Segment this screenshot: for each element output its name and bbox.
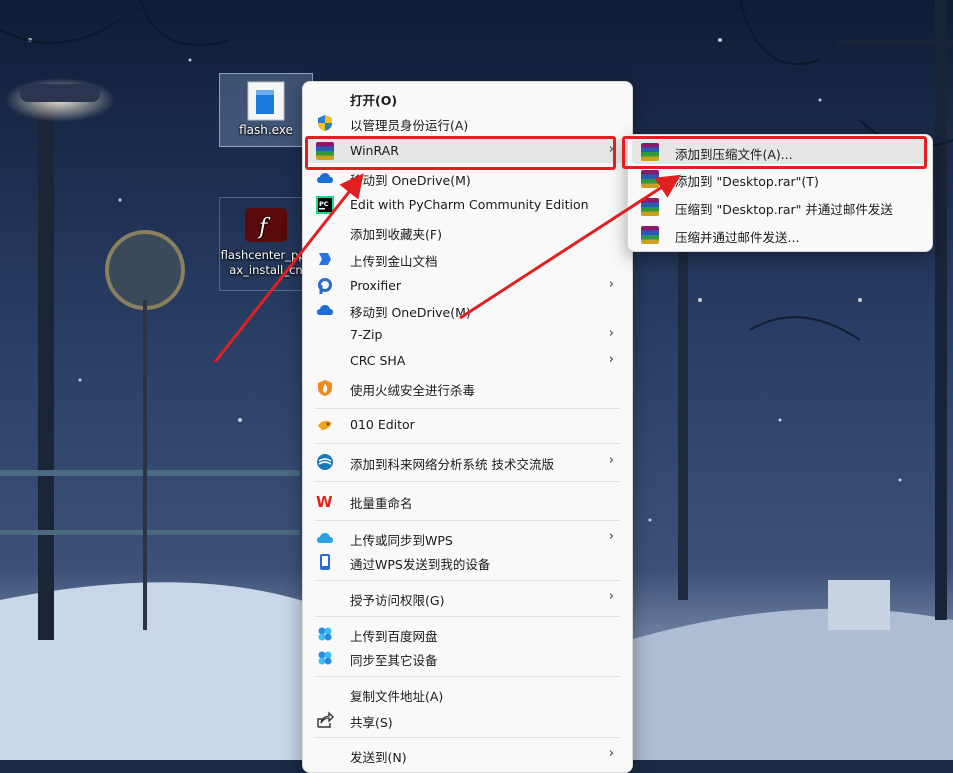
menu-separator	[315, 616, 620, 617]
onedrive-cloud-icon	[317, 305, 333, 315]
menu-item-crc-sha[interactable]: CRC SHA ›	[307, 349, 628, 373]
menu-item-add-to-favorites[interactable]: 添加到收藏夹(F)	[307, 220, 628, 244]
menu-separator	[315, 580, 620, 581]
baidu-netdisk-icon	[318, 627, 332, 641]
desktop-icon-flashcenter[interactable]: f flashcenter_pp_ax_install_cn	[219, 197, 313, 291]
menu-item-run-as-admin[interactable]: 以管理员身份运行(A)	[307, 111, 628, 135]
menu-separator	[315, 737, 620, 738]
submenu-item-compress-email[interactable]: 压缩并通过邮件发送...	[632, 223, 928, 247]
menu-separator	[315, 520, 620, 521]
menu-item-upload-wps[interactable]: 上传或同步到WPS ›	[307, 526, 628, 550]
menu-item-colasoft[interactable]: 添加到科来网络分析系统 技术交流版 ›	[307, 450, 628, 474]
submenu-item-compress-email-desktop-rar[interactable]: 压缩到 "Desktop.rar" 并通过邮件发送	[632, 195, 928, 219]
huorong-icon	[318, 380, 332, 396]
menu-item-batch-rename[interactable]: W 批量重命名	[307, 489, 628, 513]
menu-item-copy-path[interactable]: 复制文件地址(A)	[307, 682, 628, 706]
chevron-right-icon: ›	[608, 453, 614, 468]
share-icon	[317, 711, 334, 728]
onedrive-cloud-icon	[317, 173, 333, 183]
menu-item-upload-kdocs[interactable]: 上传到金山文档	[307, 247, 628, 271]
chevron-right-icon: ›	[608, 589, 614, 604]
winrar-icon	[641, 170, 659, 188]
uac-shield-icon	[318, 115, 332, 131]
menu-item-010-editor[interactable]: 010 Editor	[307, 413, 628, 437]
menu-item-upload-baidu[interactable]: 上传到百度网盘	[307, 622, 628, 646]
baidu-netdisk-icon	[318, 651, 332, 665]
desktop-icon-label: flashcenter_pp_ax_install_cn	[220, 248, 312, 277]
exe-file-icon	[244, 80, 288, 122]
menu-item-7zip[interactable]: 7-Zip ›	[307, 323, 628, 347]
chevron-right-icon: ›	[608, 746, 614, 761]
chevron-right-icon: ›	[608, 352, 614, 367]
proxifier-icon	[318, 278, 332, 294]
svg-text:PC: PC	[319, 200, 329, 208]
flash-player-icon: f	[243, 202, 289, 248]
menu-item-move-to-onedrive-2[interactable]: 移动到 OneDrive(M)	[307, 298, 628, 322]
desktop-icon-label: flash.exe	[239, 123, 293, 137]
winrar-icon	[641, 226, 659, 244]
submenu-item-add-to-desktop-rar[interactable]: 添加到 "Desktop.rar"(T)	[632, 167, 928, 191]
chevron-right-icon: ›	[608, 277, 614, 292]
chevron-right-icon: ›	[608, 326, 614, 341]
colasoft-icon	[317, 454, 333, 470]
wps-icon: W	[316, 493, 333, 510]
menu-item-huorong-scan[interactable]: 使用火绒安全进行杀毒	[307, 376, 628, 400]
callout-box-add-to-archive	[622, 136, 927, 169]
menu-item-proxifier[interactable]: Proxifier ›	[307, 274, 628, 298]
menu-item-grant-access[interactable]: 授予访问权限(G) ›	[307, 586, 628, 610]
menu-item-sync-other-device[interactable]: 同步至其它设备	[307, 646, 628, 670]
chevron-right-icon: ›	[608, 529, 614, 544]
wps-cloud-icon	[317, 533, 333, 543]
phone-icon	[320, 554, 330, 570]
menu-item-open[interactable]: 打开(O)	[307, 86, 628, 110]
menu-item-share[interactable]: 共享(S)	[307, 708, 628, 732]
menu-separator	[315, 443, 620, 444]
winrar-icon	[641, 198, 659, 216]
kdocs-icon	[319, 253, 331, 265]
menu-item-pycharm[interactable]: PC Edit with PyCharm Community Edition	[307, 193, 628, 217]
menu-separator	[315, 676, 620, 677]
menu-separator	[315, 408, 620, 409]
menu-item-send-to[interactable]: 发送到(N) ›	[307, 743, 628, 767]
context-menu: 打开(O) 以管理员身份运行(A) WinRAR › 移动到 OneDrive(…	[302, 81, 633, 773]
desktop-icon-flash-exe[interactable]: flash.exe	[219, 73, 313, 147]
menu-separator	[315, 481, 620, 482]
callout-box-winrar	[305, 136, 616, 170]
pycharm-icon: PC	[316, 196, 334, 214]
010-editor-icon	[318, 420, 332, 430]
svg-text:W: W	[316, 493, 333, 510]
menu-item-wps-send-device[interactable]: 通过WPS发送到我的设备	[307, 550, 628, 574]
